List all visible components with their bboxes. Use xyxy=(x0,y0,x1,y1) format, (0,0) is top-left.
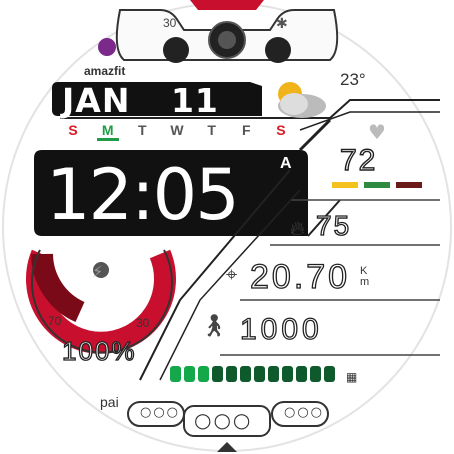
battery-bar-end-icon: ▦ xyxy=(346,370,359,384)
right-dots-icon[interactable]: ○○○ xyxy=(284,405,324,420)
time-period: A xyxy=(280,155,292,172)
battery-segment xyxy=(184,366,195,382)
gauge-min-label: 70 xyxy=(48,314,62,328)
battery-segment xyxy=(240,366,251,382)
date-month: JAN xyxy=(62,81,131,120)
zone-red xyxy=(396,182,422,188)
center-dots-icon[interactable]: ○○○ xyxy=(194,408,252,432)
zone-green xyxy=(364,182,390,188)
heart-rate-value: 72 xyxy=(339,143,378,177)
distance-value: 20.70 xyxy=(249,257,351,296)
date-display: JAN 11 xyxy=(62,84,219,117)
lightning-icon: ⚡︎ xyxy=(92,262,104,281)
heart-zones xyxy=(332,182,422,188)
heart-icon: ♥ xyxy=(368,120,386,144)
flame-icon: 🔥︎ xyxy=(290,216,305,240)
battery-segment xyxy=(170,366,181,382)
weekday-fri: F xyxy=(242,122,251,138)
battery-percentage: 100% xyxy=(61,335,137,366)
brand-logo-icon xyxy=(98,38,116,56)
weekday-sun: S xyxy=(68,122,78,138)
weekday-wed: W xyxy=(170,122,184,138)
time-display: 12:05 xyxy=(46,154,240,236)
partly-cloudy-icon xyxy=(278,82,326,118)
temperature-value: 23 xyxy=(340,70,359,89)
battery-segment xyxy=(226,366,237,382)
distance-unit: K m xyxy=(360,265,370,288)
weekday-row: S M T W T F S xyxy=(62,122,292,141)
brand-logo: amazfit xyxy=(84,64,126,78)
battery-segment xyxy=(296,366,307,382)
weekday-tue: T xyxy=(138,122,147,138)
battery-segment xyxy=(198,366,209,382)
gauge-max-label: 30 xyxy=(136,316,150,330)
battery-segment xyxy=(254,366,265,382)
location-pin-icon: ⌖ xyxy=(226,262,238,286)
left-dots-icon[interactable]: ○○○ xyxy=(140,405,180,420)
battery-segment xyxy=(268,366,279,382)
battery-segment xyxy=(282,366,293,382)
date-day: 11 xyxy=(170,81,219,120)
weekday-thu: T xyxy=(207,122,216,138)
battery-segment xyxy=(310,366,321,382)
battery-segment xyxy=(212,366,223,382)
steps-value: 1000 xyxy=(239,312,323,346)
calories-value: 75 xyxy=(315,209,352,241)
top-value: 30 xyxy=(163,16,177,30)
weekday-sat: S xyxy=(276,122,286,138)
bluetooth-icon: ✱ xyxy=(276,16,288,32)
weekday-mon: M xyxy=(96,122,119,141)
battery-bar xyxy=(170,366,335,382)
temperature: 23° xyxy=(340,70,366,89)
walking-icon: 🚶︎ xyxy=(200,314,228,339)
zone-yellow xyxy=(332,182,358,188)
battery-segment xyxy=(324,366,335,382)
pai-label: pai xyxy=(100,394,119,410)
